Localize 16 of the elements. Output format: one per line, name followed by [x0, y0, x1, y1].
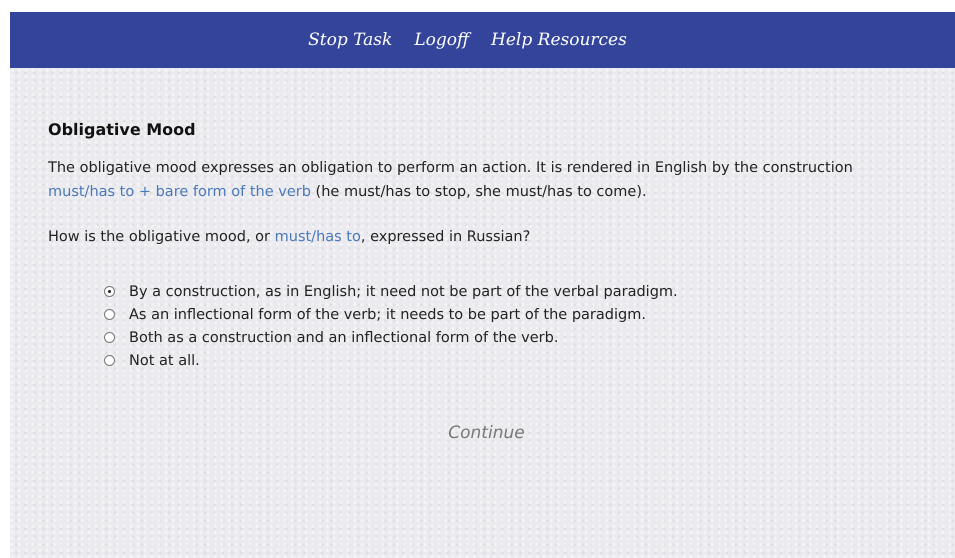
radio-button[interactable] [104, 286, 115, 297]
radio-button[interactable] [104, 332, 115, 343]
intro-paragraph: The obligative mood expresses an obligation to perform an action. It is rendered in English by the construction must/has to + bare form of the verb (he must/has to stop, she must/has to come). [48, 159, 854, 202]
nav-link[interactable]: Stop Task [308, 30, 392, 50]
radio-button[interactable] [104, 355, 115, 366]
option-label: By a construction, as in English; it need not be part of the verbal paradigm. [129, 282, 678, 302]
term-link[interactable]: must/has to + bare form of the verb [48, 184, 311, 200]
nav-link[interactable]: Logoff [414, 30, 470, 50]
nav-link[interactable]: Help Resources [491, 30, 627, 50]
term-link[interactable]: must/has to [274, 229, 361, 245]
radio-button[interactable] [104, 309, 115, 320]
question-text: How is the obligative mood, or must/has to, expressed in Russian? [48, 228, 532, 247]
option-label: Both as a construction and an inflectional form of the verb. [129, 328, 558, 348]
section-heading: Obligative Mood [48, 120, 197, 139]
option-label: As an inflectional form of the verb; it needs to be part of the paradigm. [129, 306, 646, 324]
option-label: Not at all. [129, 352, 200, 370]
